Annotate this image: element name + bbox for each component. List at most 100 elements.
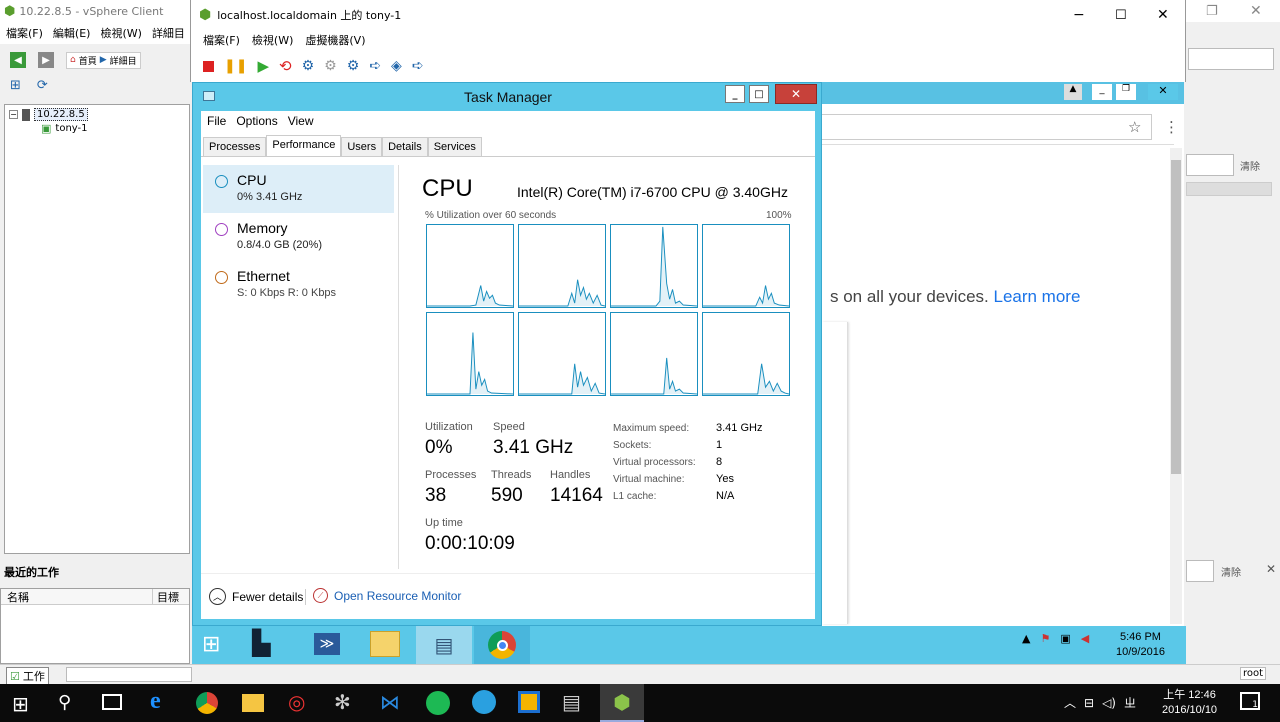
tray-chevron-icon[interactable]: ︿ [1064,694,1076,711]
explorer-icon[interactable] [370,631,400,657]
chrome-restore-icon[interactable]: ❐ [1116,84,1136,100]
paint-icon[interactable]: ✻ [334,690,351,714]
threads-label: Threads [491,469,532,481]
notification-icon[interactable]: 1 [1240,692,1260,710]
menu-edit[interactable]: 編輯(E) [53,25,91,41]
resource-memory[interactable]: Memory 0.8/4.0 GB (20%) [203,213,398,261]
chat-icon[interactable] [472,690,496,714]
open-resource-monitor-link[interactable]: ⟋ Open Resource Monitor [313,588,461,603]
minimize-icon[interactable]: − [1073,7,1085,23]
tm-menu-options[interactable]: Options [236,114,277,128]
guest-clock[interactable]: 5:46 PM 10/9/2016 [1116,630,1165,660]
search-field-top[interactable] [1186,154,1234,176]
tray-flag-icon[interactable]: ⚑ [1040,632,1050,645]
clear-label-bottom[interactable]: 清除 [1221,564,1241,579]
scroll-thumb[interactable] [1171,160,1181,474]
tab-details[interactable]: Details [382,137,428,157]
back-icon[interactable]: ◀ [10,52,26,68]
profile-icon[interactable]: ▲ [1064,84,1082,100]
tray-network-icon[interactable]: ▣ [1060,632,1070,645]
table-header: 名稱 目標 [1,588,189,605]
search-field-bottom[interactable] [1186,560,1214,582]
chrome-minimize-icon[interactable]: _ [1092,84,1112,100]
close-icon[interactable]: ✕ [1157,7,1169,23]
tab-services[interactable]: Services [427,137,482,157]
tasks-status-button[interactable]: ☑ 工作 [6,667,49,685]
taskmgr-host-icon[interactable]: ▤ [562,690,581,714]
host-clock[interactable]: 上午 12:46 2016/10/10 [1162,688,1217,718]
forward-icon[interactable]: ▶ [38,52,54,68]
tray-up-icon[interactable]: ▲ [1022,632,1030,645]
tree-host-row[interactable]: − 10.22.8.5 [9,108,189,121]
suspend-icon[interactable]: ❚❚ [224,58,247,74]
start-icon[interactable]: ⊞ [12,692,29,716]
chrome-host-icon[interactable] [196,692,218,714]
chrome-menu-icon[interactable]: ⋮ [1164,118,1179,136]
tm-menu-file[interactable]: File [207,114,226,128]
col-name[interactable]: 名稱 [1,588,153,605]
vscode-icon[interactable]: ⋈ [380,690,400,714]
network-icon[interactable]: ➪ [412,58,424,74]
tray-volume-icon[interactable]: ◁) [1102,696,1116,710]
resource-cpu[interactable]: CPU 0% 3.41 GHz [203,165,394,213]
tray-volume-icon[interactable]: ◀ [1081,632,1089,645]
omnibox[interactable] [822,114,1152,140]
close-icon[interactable]: ✕ [1250,3,1262,19]
search-icon[interactable]: ⚲ [58,692,71,713]
powershell-icon[interactable]: ≫ [314,633,340,655]
chrome-scrollbar[interactable] [1170,148,1182,624]
menu-view[interactable]: 檢視(W) [100,25,141,41]
snapshot-icon[interactable]: ⚙ [302,58,315,74]
menu-inventory[interactable]: 詳細目 [152,25,185,41]
tab-processes[interactable]: Processes [203,137,267,157]
edge-icon[interactable]: e [150,688,161,715]
collapse-icon[interactable]: − [9,110,18,119]
console-menu-view[interactable]: 檢視(W) [252,32,293,48]
refresh-icon[interactable]: ⟳ [37,78,48,93]
maximize-icon[interactable]: ☐ [1115,8,1127,23]
col-target[interactable]: 目標 [153,589,179,605]
new-vm-icon[interactable]: ⊞ [10,78,21,93]
filter-input[interactable] [1188,48,1274,70]
menu-file[interactable]: 檔案(F) [6,25,43,41]
power-off-icon[interactable] [203,60,214,72]
tab-performance[interactable]: Performance [266,135,342,157]
clear-label-top[interactable]: 清除 [1240,158,1260,173]
revert-snapshot-icon[interactable]: ⚙ [324,58,337,74]
console-menu-file[interactable]: 檔案(F) [203,32,240,48]
tray-ime-icon[interactable]: ㄓ [1124,694,1136,711]
tree-vm-row[interactable]: ▣ tony-1 [41,122,189,135]
resource-ethernet[interactable]: Ethernet S: 0 Kbps R: 0 Kbps [203,261,398,309]
tm-menu-view[interactable]: View [288,114,314,128]
guest-start-icon[interactable]: ⊞ [202,632,220,657]
console-menu-vm[interactable]: 虛擬機器(V) [305,32,365,48]
tm-maximize-button[interactable]: □ [749,85,769,103]
snail-icon[interactable]: ◎ [288,690,305,714]
fewer-details-button[interactable]: ︿ Fewer details [209,588,303,605]
power-on-icon[interactable]: ▶ [257,57,269,75]
chrome-close-icon[interactable]: ✕ [1148,84,1178,100]
reset-icon[interactable]: ⟲ [279,57,292,75]
tm-minimize-button[interactable]: _ [725,85,745,103]
star-icon[interactable]: ☆ [1128,118,1141,136]
chrome-taskbar-icon[interactable] [474,626,530,664]
tab-users[interactable]: Users [341,137,383,157]
vsphere-statusbar: ☑ 工作 root [0,664,1280,685]
resource-ethernet-name: Ethernet [237,268,290,284]
file-explorer-icon[interactable] [242,694,264,712]
task-view-icon[interactable] [102,694,122,710]
floppy-icon[interactable]: ◈ [391,58,402,74]
cd-icon[interactable]: ➪ [369,58,381,74]
outlook-icon[interactable] [518,691,540,713]
tm-close-button[interactable]: ✕ [775,84,817,104]
tray-network-icon[interactable]: ⊟ [1084,696,1094,710]
vsphere-host-button[interactable]: ⬢ [600,684,644,722]
home-breadcrumb[interactable]: ⌂ 首頁 ▶ 詳細目 [66,51,141,69]
snapshot-manager-icon[interactable]: ⚙ [347,58,360,74]
taskmgr-taskbar-button[interactable]: ▤ [416,626,472,664]
spotify-icon[interactable] [426,691,450,715]
close-tasks-icon[interactable]: ✕ [1266,562,1276,576]
restore-icon[interactable]: ❐ [1206,4,1218,19]
learn-more-link[interactable]: Learn more [993,287,1080,306]
server-manager-icon[interactable]: ▙ [252,629,270,657]
